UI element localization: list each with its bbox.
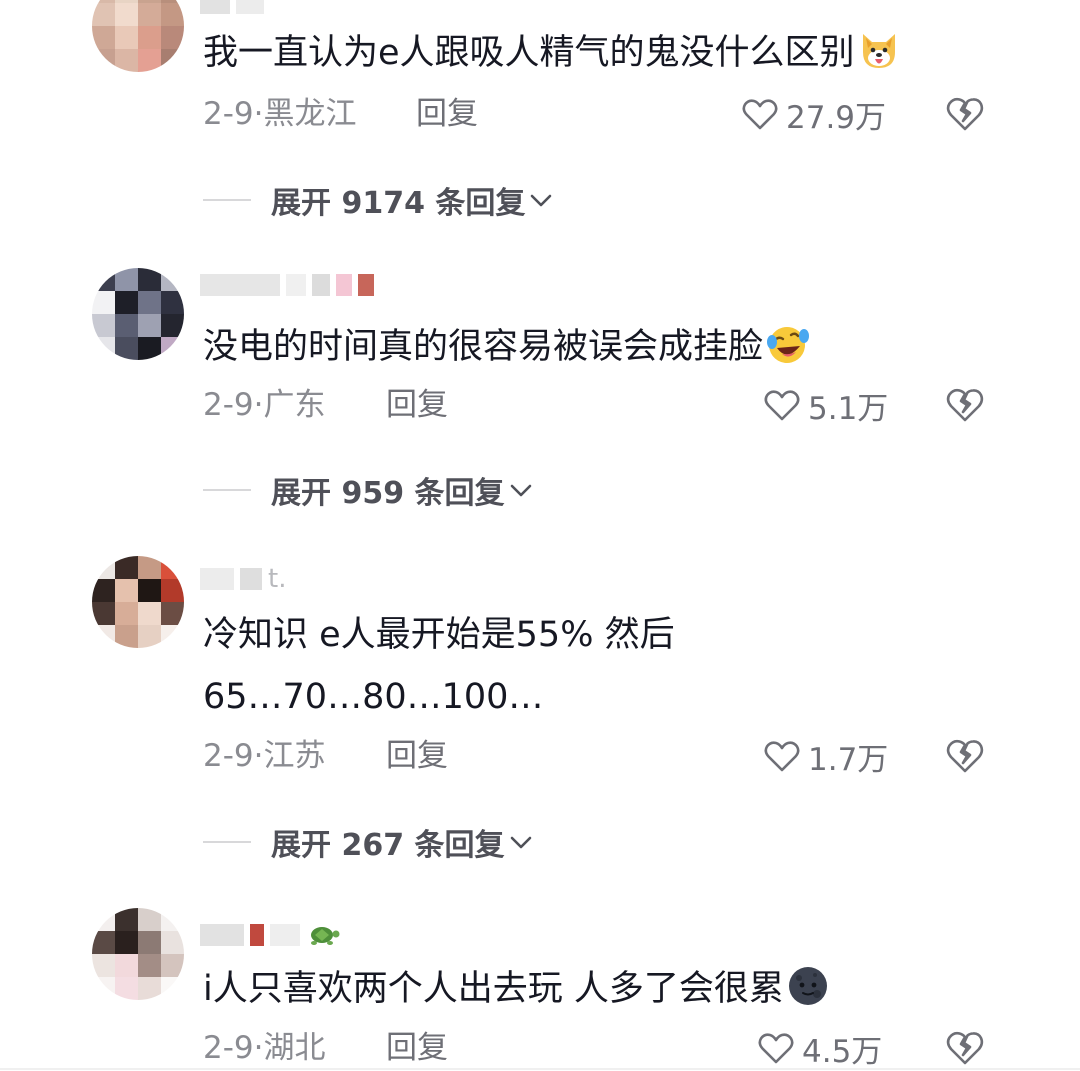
like-button[interactable]: 27.9万	[740, 92, 886, 136]
broken-heart-icon[interactable]	[943, 1026, 987, 1070]
comment-text: 我一直认为e人跟吸人精气的鬼没什么区别	[203, 22, 901, 84]
username-blurred[interactable]	[200, 0, 264, 18]
like-count: 5.1万	[808, 390, 889, 427]
heart-icon	[742, 99, 778, 130]
broken-heart-icon[interactable]	[943, 92, 987, 136]
date-location: 2-9·黑龙江	[203, 96, 357, 132]
comment-meta: 2-9·黑龙江 回复 27.9万	[203, 92, 1003, 136]
chevron-down-icon	[531, 194, 552, 207]
divider	[203, 841, 251, 843]
dark-moon-emoji-icon	[788, 967, 827, 1005]
heart-icon	[764, 741, 800, 772]
turtle-emoji-icon	[311, 927, 340, 945]
comment-meta: 2-9·广东 回复 5.1万	[203, 383, 1003, 427]
username-blurred[interactable]	[200, 270, 374, 300]
username-blurred[interactable]: t.	[200, 564, 286, 594]
like-button[interactable]: 5.1万	[762, 383, 888, 427]
divider	[203, 199, 251, 201]
like-button[interactable]: 4.5万	[756, 1026, 882, 1070]
date-location: 2-9·江苏	[203, 738, 326, 774]
chevron-down-icon	[510, 484, 531, 497]
like-count: 4.5万	[802, 1033, 883, 1070]
comment-meta: 2-9·江苏 回复 1.7万	[203, 734, 1003, 778]
avatar[interactable]	[92, 556, 184, 648]
like-count: 27.9万	[786, 99, 887, 136]
broken-heart-icon[interactable]	[943, 734, 987, 778]
expand-replies-button[interactable]: 展开 9174 条回复	[203, 178, 555, 222]
reply-button[interactable]: 回复	[386, 734, 448, 778]
reply-button[interactable]: 回复	[386, 1026, 448, 1070]
reply-button[interactable]: 回复	[386, 383, 448, 427]
comment-text: 没电的时间真的很容易被误会成挂脸	[203, 316, 810, 378]
date-location: 2-9·广东	[203, 387, 326, 423]
avatar[interactable]	[92, 268, 184, 360]
avatar[interactable]	[92, 0, 184, 72]
comment-text-line: 65…70…80…100…	[203, 677, 544, 717]
username-blurred[interactable]	[200, 920, 340, 950]
expand-replies-button[interactable]: 展开 267 条回复	[203, 820, 535, 864]
comment-text: 冷知识 e人最开始是55% 然后 65…70…80…100…	[203, 604, 675, 728]
reply-button[interactable]: 回复	[416, 92, 478, 136]
broken-heart-icon[interactable]	[943, 383, 987, 427]
comment-text: i人只喜欢两个人出去玩 人多了会很累	[203, 958, 830, 1020]
like-count: 1.7万	[808, 741, 889, 778]
avatar[interactable]	[92, 908, 184, 1000]
expand-replies-button[interactable]: 展开 959 条回复	[203, 468, 535, 512]
heart-icon	[764, 390, 800, 421]
like-button[interactable]: 1.7万	[762, 734, 888, 778]
laughing-tears-emoji-icon	[767, 327, 810, 363]
comment-meta: 2-9·湖北 回复 4.5万	[203, 1026, 1003, 1070]
comment-text-line: 冷知识 e人最开始是55% 然后	[203, 615, 675, 655]
heart-icon	[758, 1033, 794, 1064]
chevron-down-icon	[510, 836, 531, 849]
date-location: 2-9·湖北	[203, 1030, 326, 1066]
dog-emoji-icon	[862, 34, 895, 68]
divider	[203, 489, 251, 491]
